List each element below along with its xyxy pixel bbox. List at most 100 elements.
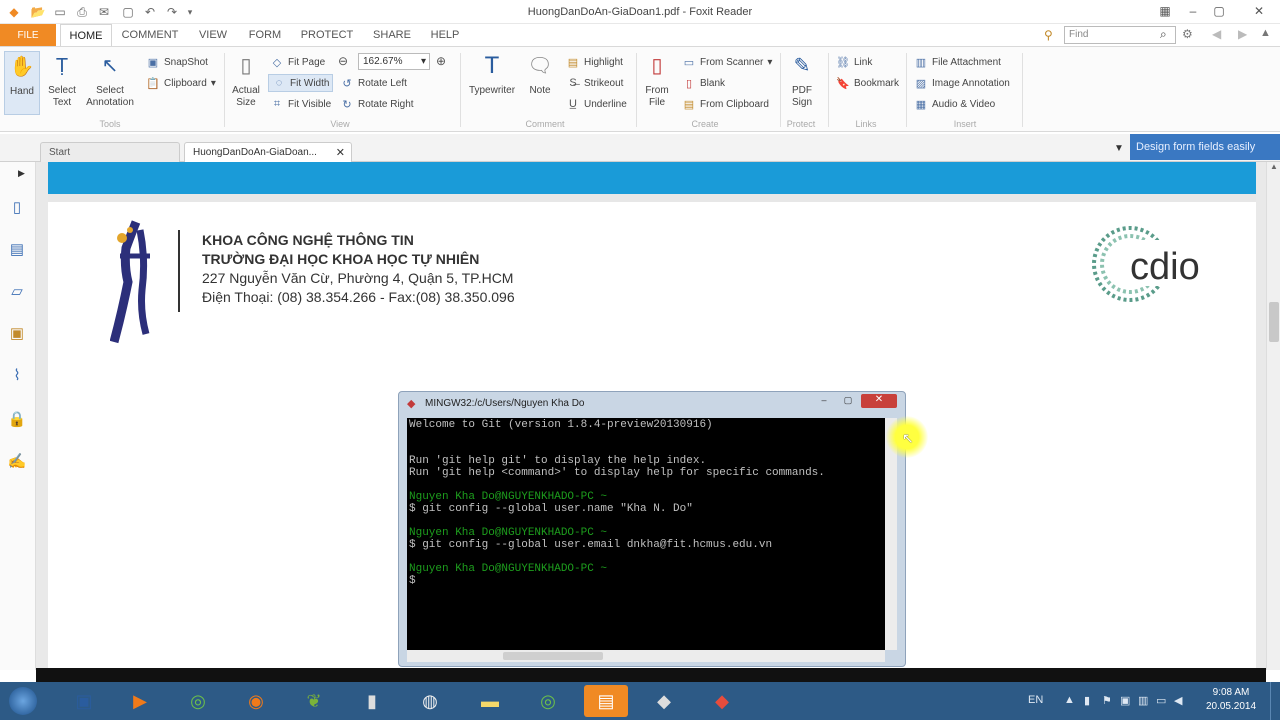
scrollbar-thumb[interactable] [1269, 302, 1279, 342]
layout-icon[interactable]: ▦ [1156, 2, 1174, 20]
tab-protect[interactable]: PROTECT [296, 24, 358, 46]
tab-help[interactable]: HELP [424, 24, 466, 46]
pdf-sign-label: PDF Sign [791, 85, 812, 108]
git-icon[interactable]: ◆ [700, 685, 744, 717]
app-icon[interactable]: ◆ [642, 685, 686, 717]
file-attachment-button[interactable]: ▥ File Attachment [914, 53, 1001, 71]
fit-width-button[interactable]: ◌ Fit Width [268, 74, 334, 92]
audio-video-button[interactable]: ▦ Audio & Video [914, 95, 995, 113]
pdf-sign-button[interactable]: ✎ PDF Sign [784, 51, 820, 109]
select-annotation-icon: ↖ [101, 55, 119, 77]
from-scanner-button[interactable]: ▭ From Scanner ▾ [682, 53, 773, 71]
tab-start[interactable]: Start [40, 142, 180, 162]
rotate-right-button[interactable]: ↻ Rotate Right [340, 95, 413, 113]
phone-app-icon[interactable]: ▮ [350, 685, 394, 717]
forward-icon[interactable]: ▶ [1238, 27, 1247, 41]
fit-page-button[interactable]: ◇ Fit Page [270, 53, 325, 71]
actual-size-button[interactable]: ▯ Actual Size [228, 51, 264, 109]
blank-button[interactable]: ▯ Blank [682, 74, 725, 92]
camera-app-icon[interactable]: ◍ [408, 685, 452, 717]
media-player-icon[interactable]: ▶ [118, 685, 162, 717]
vertical-scrollbar[interactable]: ▲ [1266, 162, 1280, 670]
volume-icon[interactable]: ◀ [1174, 694, 1182, 707]
signature-icon[interactable]: ✍ [6, 450, 28, 472]
close-button[interactable]: ✕ [861, 394, 897, 408]
tray-chevron-icon[interactable]: ▲ [1064, 694, 1075, 706]
clipboard-icon: ▤ [683, 98, 695, 111]
tab-document[interactable]: HuongDanDoAn-GiaDoan... ✕ [184, 142, 352, 162]
strikeout-button[interactable]: S̶ Strikeout [566, 74, 623, 92]
highlight-button[interactable]: ▤ Highlight [566, 53, 623, 71]
ribbon-collapse-icon[interactable]: ▲ [1260, 27, 1271, 39]
foxit-reader-taskbar-icon[interactable]: ▤ [584, 685, 628, 717]
network-icon[interactable]: ▥ [1138, 694, 1148, 707]
security-lock-icon[interactable]: 🔒 [6, 408, 28, 430]
git-bash-window[interactable]: ◆ MINGW32:/c/Users/Nguyen Kha Do – ▢ ✕ W… [398, 391, 906, 667]
start-button[interactable] [2, 685, 44, 717]
tab-list-chevron-icon[interactable]: ▼ [1114, 143, 1124, 154]
select-text-button[interactable]: Ṭ Select Text [44, 51, 80, 109]
from-clipboard-button[interactable]: ▤ From Clipboard [682, 95, 769, 113]
promo-banner[interactable]: Design form fields easily [1130, 134, 1280, 160]
scrollbar-thumb[interactable] [503, 652, 603, 660]
terminal-output[interactable]: Welcome to Git (version 1.8.4-preview201… [407, 418, 885, 650]
search-icon[interactable]: ⌕ [1160, 27, 1167, 42]
minimize-button[interactable]: – [1184, 2, 1202, 20]
close-tab-icon[interactable]: ✕ [336, 146, 345, 159]
tab-comment[interactable]: COMMENT [118, 24, 182, 46]
select-text-label: Select Text [48, 85, 76, 108]
rotate-left-button[interactable]: ↺ Rotate Left [340, 74, 407, 92]
tray-device-icon[interactable]: ▮ [1084, 694, 1090, 707]
zoom-out-icon[interactable]: ⊖ [338, 54, 348, 68]
scroll-up-icon[interactable]: ▲ [1270, 162, 1278, 171]
tab-home[interactable]: HOME [60, 24, 112, 46]
pages-icon[interactable]: ▯ [6, 196, 28, 218]
comments-icon[interactable]: ▣ [6, 322, 28, 344]
link-button[interactable]: ⛓ Link [836, 53, 872, 71]
thumbnails-icon[interactable]: ▱ [6, 280, 28, 302]
fit-visible-icon: ⌗ [273, 97, 281, 110]
maximize-button[interactable]: ▢ [837, 395, 859, 407]
back-icon[interactable]: ◀ [1212, 27, 1221, 41]
file-menu[interactable]: FILE [0, 24, 56, 46]
underline-button[interactable]: U̲ Underline [566, 95, 627, 113]
tray-app-icon[interactable]: ▣ [1120, 694, 1130, 707]
bookmark-button[interactable]: 🔖 Bookmark [836, 74, 899, 92]
document-tab-strip: Start HuongDanDoAn-GiaDoan... ✕ ▼ Design … [0, 134, 1280, 162]
app-swirl-icon[interactable]: ◎ [176, 685, 220, 717]
options-icon[interactable]: ⚙ [1182, 27, 1193, 41]
battery-icon[interactable]: ▭ [1156, 694, 1166, 707]
tray-flag-icon[interactable]: ⚑ [1102, 694, 1112, 707]
taskbar-save-app-icon[interactable]: ▣ [62, 685, 106, 717]
find-tools-icon[interactable]: ⚲ [1044, 28, 1053, 42]
terminal-horizontal-scrollbar[interactable] [407, 650, 885, 662]
from-file-button[interactable]: ▯ From File [640, 51, 674, 109]
hand-button[interactable]: ✋ Hand [4, 51, 40, 115]
typewriter-button[interactable]: T Typewriter [464, 51, 520, 97]
app-swirl-2-icon[interactable]: ◎ [526, 685, 570, 717]
bird-app-icon[interactable]: ❦ [292, 685, 336, 717]
zoom-in-icon[interactable]: ⊕ [436, 54, 446, 68]
zoom-select[interactable]: 162.67% ▾ [358, 53, 430, 70]
snapshot-button[interactable]: ▣ SnapShot [146, 53, 208, 71]
image-annotation-button[interactable]: ▨ Image Annotation [914, 74, 1010, 92]
tab-share[interactable]: SHARE [366, 24, 418, 46]
file-explorer-icon[interactable]: ▬ [468, 685, 512, 717]
terminal-line: $ git config --global user.email dnkha@f… [409, 539, 773, 551]
clipboard-button[interactable]: 📋 Clipboard ▾ [146, 74, 216, 92]
tab-form[interactable]: FORM [244, 24, 286, 46]
close-button[interactable]: ✕ [1250, 2, 1268, 20]
select-annotation-button[interactable]: ↖ Select Annotation [84, 51, 136, 109]
expand-panel-icon[interactable]: ▶ [18, 168, 25, 179]
minimize-button[interactable]: – [813, 395, 835, 407]
firefox-icon[interactable]: ◉ [234, 685, 278, 717]
show-desktop-button[interactable] [1270, 682, 1280, 720]
attachments-icon[interactable]: ⌇ [6, 364, 28, 386]
note-button[interactable]: 🗨 Note [524, 51, 556, 97]
maximize-button[interactable]: ▢ [1210, 2, 1228, 20]
tab-view[interactable]: VIEW [190, 24, 236, 46]
clock[interactable]: 9:08 AM 20.05.2014 [1196, 686, 1266, 714]
fit-visible-button[interactable]: ⌗ Fit Visible [270, 95, 331, 113]
layers-icon[interactable]: ▤ [6, 238, 28, 260]
language-indicator[interactable]: EN [1028, 694, 1043, 706]
